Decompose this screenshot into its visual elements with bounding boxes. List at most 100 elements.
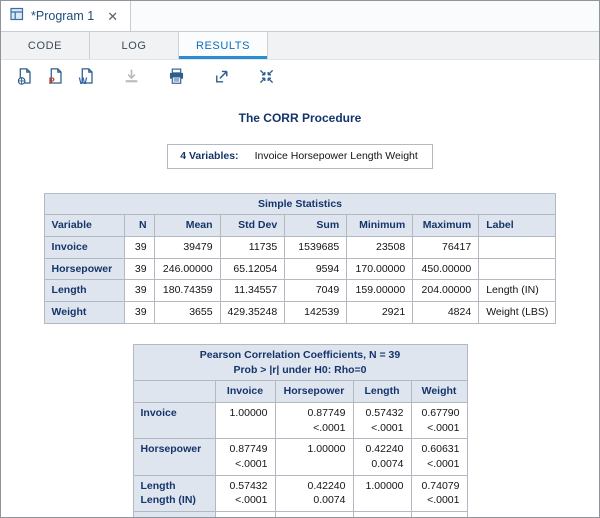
p-value (361, 493, 404, 506)
row-label: Weight (141, 515, 208, 517)
table-row: Length Length (IN) 0.57432 <.0001 0.4224… (133, 475, 467, 511)
column-header: Length (353, 381, 411, 403)
cell: 39 (124, 237, 154, 259)
open-new-window-icon (212, 67, 231, 91)
table-title: Simple Statistics (44, 193, 556, 215)
svg-text:W: W (78, 76, 87, 86)
exit-maximize-button[interactable] (253, 66, 279, 92)
row-header: Length Length (IN) (133, 475, 215, 511)
download-pdf-results-button[interactable]: P (42, 66, 68, 92)
cell: 7049 (285, 280, 347, 302)
p-value (223, 421, 268, 434)
column-header: Variable (44, 215, 124, 237)
cell: 0.42240 0.0074 (353, 439, 411, 475)
word-results-icon: W (77, 67, 96, 91)
download-word-results-button[interactable]: W (73, 66, 99, 92)
cell: 450.00000 (413, 258, 479, 280)
cell: 142539 (285, 302, 347, 324)
cell: 0.74079 <.0001 (411, 475, 467, 511)
cell: 180.74359 (154, 280, 220, 302)
cell: 429.35248 (220, 302, 285, 324)
table-row: Weight 39 3655 429.35248 142539 2921 482… (44, 302, 556, 324)
cell: 1.00000 (411, 512, 467, 518)
cell: 159.00000 (347, 280, 413, 302)
tab-log[interactable]: LOG (90, 32, 179, 59)
program-tab-title: *Program 1 (31, 9, 94, 23)
program-tab[interactable]: *Program 1 ✕ (1, 1, 131, 31)
row-sublabel (141, 421, 208, 434)
column-header: Label (479, 215, 556, 237)
cell: 2921 (347, 302, 413, 324)
p-value: <.0001 (223, 493, 268, 508)
row-header: Horsepower (133, 439, 215, 475)
cell: 0.87749 <.0001 (215, 439, 275, 475)
cell: 0.57432 <.0001 (215, 475, 275, 511)
cell: 0.67790 <.0001 (411, 402, 467, 438)
download-html-results-button[interactable] (11, 66, 37, 92)
variables-list: Invoice Horsepower Length Weight (247, 145, 433, 169)
cell: 0.87749 <.0001 (275, 402, 353, 438)
html-results-icon (15, 67, 34, 91)
variables-count-label: 4 Variables: (168, 145, 247, 169)
tab-results[interactable]: RESULTS (179, 32, 268, 59)
cell: 39479 (154, 237, 220, 259)
print-button[interactable] (163, 66, 189, 92)
corr-value: 0.74079 (361, 515, 404, 517)
collapse-view-icon (257, 67, 276, 91)
row-header: Horsepower (44, 258, 124, 280)
corner-cell (133, 381, 215, 403)
row-label: Length (141, 479, 208, 494)
column-header: N (124, 215, 154, 237)
corr-value: 1.00000 (361, 479, 404, 494)
cell: 204.00000 (413, 280, 479, 302)
document-tab-bar: *Program 1 ✕ (1, 1, 599, 32)
cell: 65.12054 (220, 258, 285, 280)
row-header: Invoice (44, 237, 124, 259)
close-icon[interactable]: ✕ (107, 10, 118, 23)
open-new-window-button[interactable] (208, 66, 234, 92)
corr-value: 0.67790 (223, 515, 268, 517)
table-title-row: Simple Statistics (44, 193, 556, 215)
corr-value: 1.00000 (283, 442, 346, 457)
column-header: Maximum (413, 215, 479, 237)
cell: 1.00000 (353, 475, 411, 511)
column-header: Mean (154, 215, 220, 237)
row-label: Invoice (141, 406, 208, 421)
corr-value: 0.60631 (283, 515, 346, 517)
table-header-row: Variable N Mean Std Dev Sum Minimum Maxi… (44, 215, 556, 237)
corr-value: 0.87749 (283, 406, 346, 421)
p-value: <.0001 (361, 421, 404, 436)
cell (479, 237, 556, 259)
corr-value: 0.57432 (223, 479, 268, 494)
corr-value: 0.67790 (419, 406, 460, 421)
correlation-title-line2: Prob > |r| under H0: Rho=0 (140, 363, 461, 378)
cell: 39 (124, 280, 154, 302)
row-header: Weight Weight (LBS) (133, 512, 215, 518)
p-value: 0.0074 (361, 457, 404, 472)
cell: 0.67790 <.0001 (215, 512, 275, 518)
corr-value: 0.74079 (419, 479, 460, 494)
app-window: *Program 1 ✕ CODE LOG RESULTS (0, 0, 600, 518)
column-header: Std Dev (220, 215, 285, 237)
cell: 0.60631 <.0001 (411, 439, 467, 475)
column-header: Weight (411, 381, 467, 403)
p-value: <.0001 (419, 457, 460, 472)
corr-value: 0.57432 (361, 406, 404, 421)
corr-value: 0.42240 (361, 442, 404, 457)
corr-value: 1.00000 (223, 406, 268, 421)
tab-code[interactable]: CODE (1, 32, 90, 59)
cell: Weight (LBS) (479, 302, 556, 324)
corr-value: 0.60631 (419, 442, 460, 457)
cell: 1.00000 (215, 402, 275, 438)
pdf-results-icon: P (46, 67, 65, 91)
column-header: Invoice (215, 381, 275, 403)
cell: 0.60631 <.0001 (275, 512, 353, 518)
corr-value: 1.00000 (419, 515, 460, 517)
cell: 11.34557 (220, 280, 285, 302)
download-results-button[interactable] (118, 66, 144, 92)
correlation-title-line1: Pearson Correlation Coefficients, N = 39 (140, 348, 461, 363)
row-header: Length (44, 280, 124, 302)
column-header: Minimum (347, 215, 413, 237)
cell: 23508 (347, 237, 413, 259)
cell: 1539685 (285, 237, 347, 259)
